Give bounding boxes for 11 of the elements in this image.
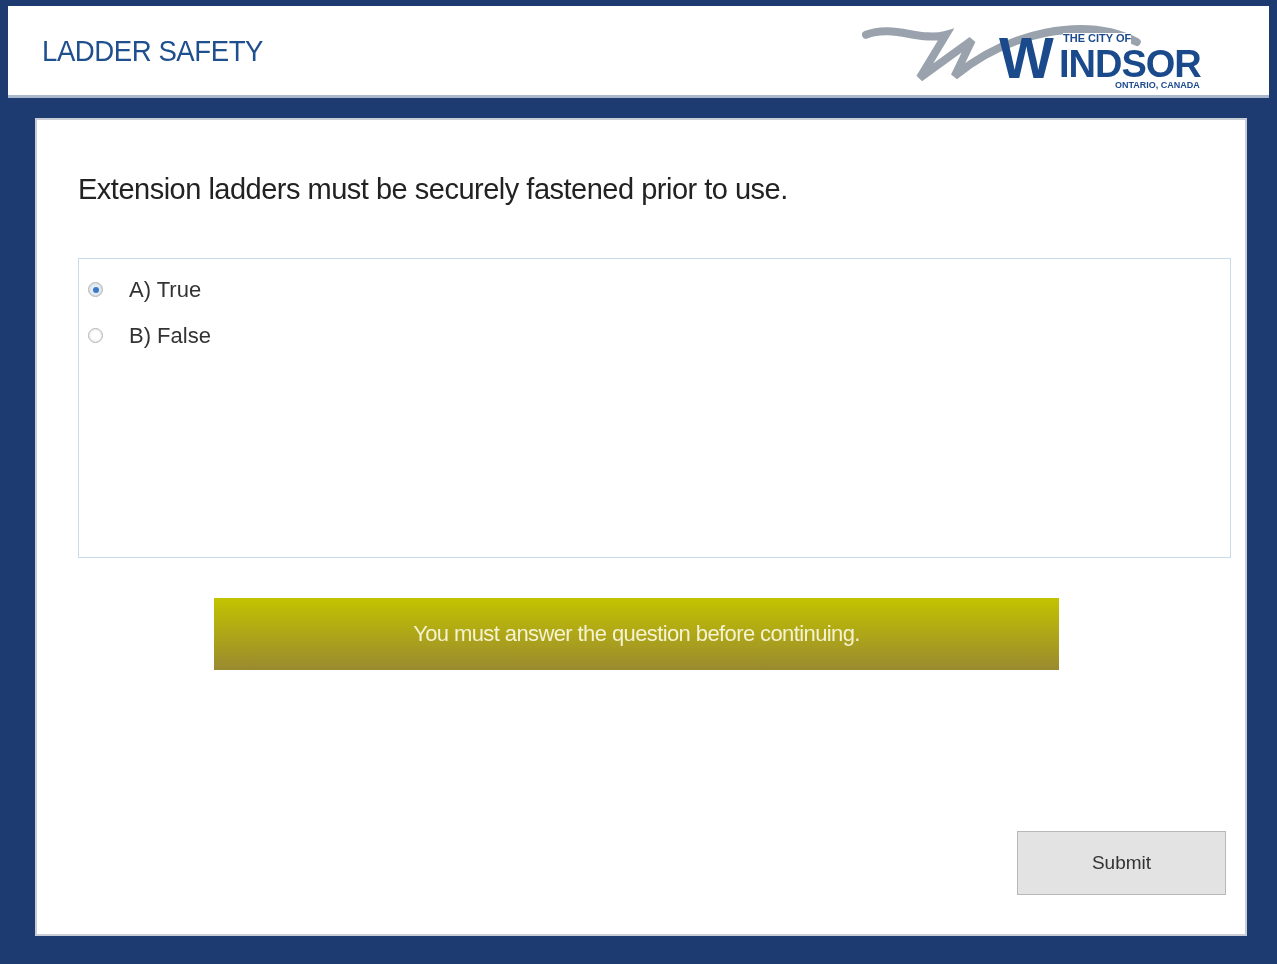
course-title: LADDER SAFETY — [42, 33, 263, 69]
option-label[interactable]: B) False — [129, 319, 211, 352]
radio-button[interactable] — [88, 328, 103, 343]
submit-button[interactable]: Submit — [1017, 831, 1226, 895]
option-label[interactable]: A) True — [129, 273, 202, 306]
warning-banner: You must answer the question before continuing. — [214, 597, 1059, 670]
question-text: Extension ladders must be securely fastened prior to use. — [78, 172, 789, 207]
logo-bottom-line: ONTARIO, CANADA — [1115, 80, 1200, 90]
radio-button[interactable] — [88, 282, 103, 297]
logo-initial: W — [999, 28, 1054, 87]
logo-name: INDSOR — [1059, 44, 1201, 83]
